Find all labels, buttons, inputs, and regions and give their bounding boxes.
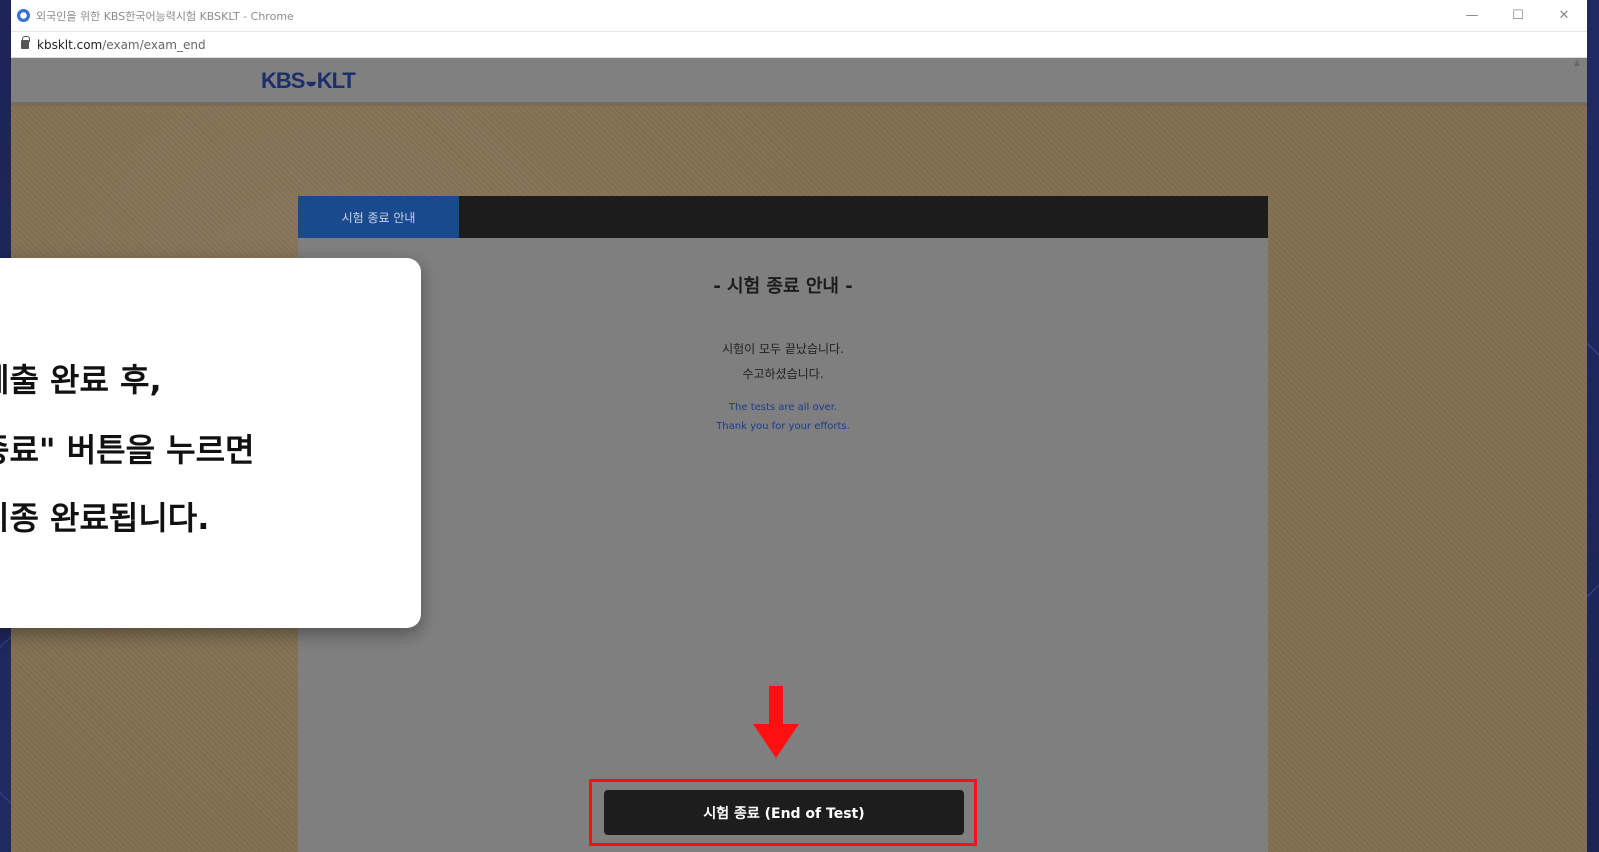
arrow-down-icon: [753, 686, 799, 758]
window-controls: — ☐ ✕: [1449, 8, 1587, 23]
message-en-line1: The tests are all over.: [728, 402, 838, 413]
panel-topbar: 시험 종료 안내: [298, 196, 1268, 238]
lock-icon: [21, 36, 30, 49]
chrome-icon: [17, 9, 30, 22]
message-en-line2: Thank you for your efforts.: [716, 421, 850, 432]
url-host: kbsklt.com: [37, 37, 103, 52]
window-titlebar: 외국인을 위한 KBS한국어능력시험 KBSKLT - Chrome — ☐ ✕: [11, 0, 1587, 32]
end-button-highlight: 시험 종료 (End of Test): [589, 779, 977, 846]
callout-line1: 체출 완료 후,: [0, 361, 162, 399]
end-of-test-button[interactable]: 시험 종료 (End of Test): [604, 790, 964, 835]
message-ko-line1: 시험이 모두 끝났습니다.: [722, 342, 844, 356]
site-logo[interactable]: KBS◒KLT: [261, 68, 356, 94]
maximize-button[interactable]: ☐: [1495, 8, 1541, 23]
address-bar[interactable]: kbsklt.com/exam/exam_end: [11, 32, 1587, 58]
close-button[interactable]: ✕: [1541, 8, 1587, 23]
window-title: 외국인을 위한 KBS한국어능력시험 KBSKLT - Chrome: [36, 9, 294, 23]
site-header: KBS◒KLT ▲: [11, 58, 1587, 104]
exam-end-panel: 시험 종료 안내 - 시험 종료 안내 - 시험이 모두 끝났습니다. 수고하셨…: [298, 196, 1268, 852]
panel-heading: - 시험 종료 안내 -: [713, 276, 853, 297]
scroll-up-icon[interactable]: ▲: [1571, 58, 1583, 72]
callout-line3: 시종 완료됩니다.: [0, 499, 210, 537]
callout-line2: 종료" 버튼을 누르면: [0, 431, 255, 469]
instruction-callout: 체출 완료 후, 종료" 버튼을 누르면 시종 완료됩니다.: [0, 258, 421, 628]
message-ko-line2: 수고하셨습니다.: [742, 367, 824, 381]
tab-exam-end-notice[interactable]: 시험 종료 안내: [298, 196, 459, 238]
url-path: /exam/exam_end: [102, 37, 206, 52]
minimize-button[interactable]: —: [1449, 8, 1495, 23]
